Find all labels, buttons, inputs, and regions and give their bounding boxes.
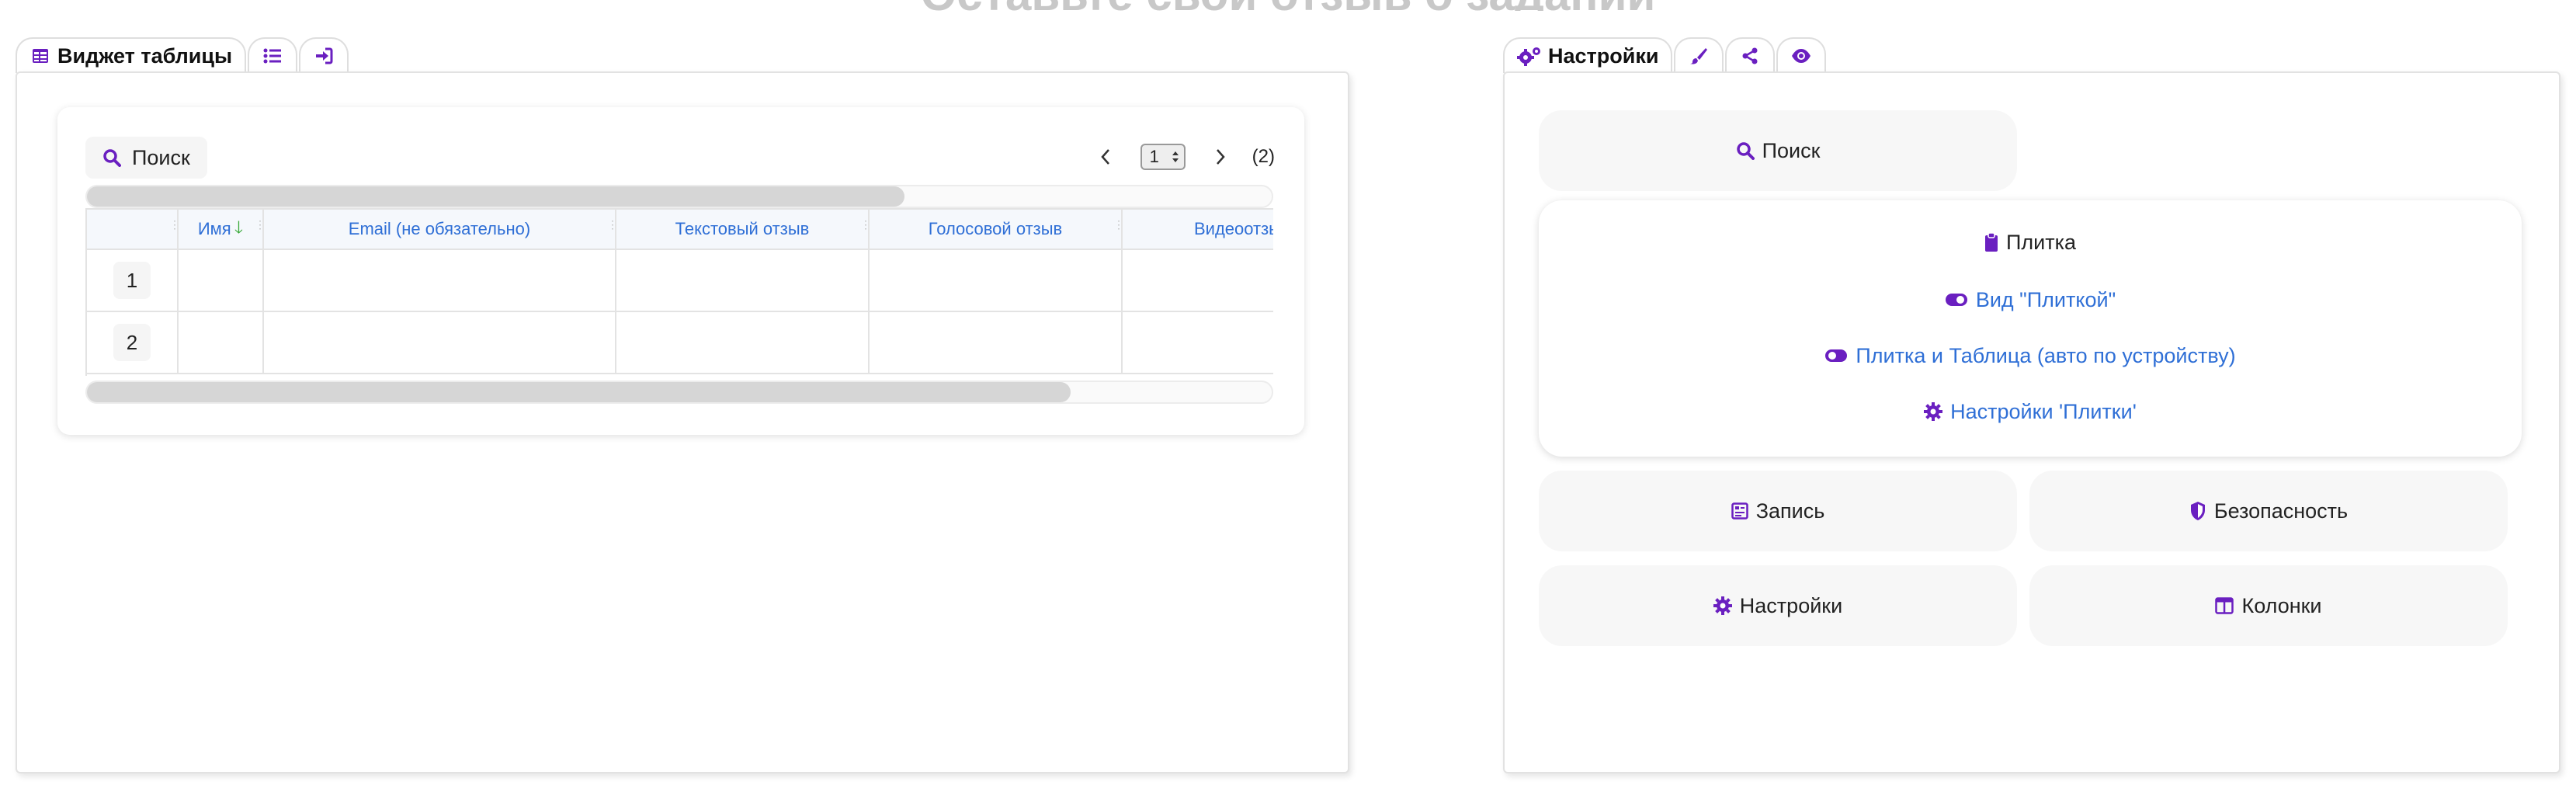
horizontal-scrollbar-bottom[interactable] bbox=[85, 381, 1273, 404]
row-number[interactable]: 2 bbox=[113, 324, 151, 361]
resize-handle-icon[interactable]: ⋮ bbox=[860, 219, 871, 238]
tab-table-widget[interactable]: Виджет таблицы bbox=[16, 37, 247, 73]
search-icon bbox=[102, 148, 121, 167]
table-cell[interactable] bbox=[870, 250, 1123, 311]
pagination: 1 (2) bbox=[1094, 141, 1275, 172]
resize-handle-icon[interactable]: ⋮ bbox=[255, 219, 266, 238]
tab-preview[interactable] bbox=[1776, 37, 1827, 73]
brush-icon bbox=[1688, 45, 1710, 67]
left-tab-bar: Виджет таблицы bbox=[16, 37, 350, 73]
prev-page-button[interactable] bbox=[1094, 145, 1117, 169]
table-cell[interactable] bbox=[616, 250, 870, 311]
data-table: ⋮ Имя 🡓 ⋮ Email (не обязательно) ⋮ Текст… bbox=[85, 208, 1273, 376]
record-button-label: Запись bbox=[1755, 499, 1825, 523]
tab-style[interactable] bbox=[1674, 37, 1724, 73]
row-number-cell: 1 bbox=[87, 250, 179, 311]
column-header-text-review[interactable]: Текстовый отзыв ⋮ bbox=[616, 210, 871, 249]
right-tab-bar: Настройки bbox=[1503, 37, 1828, 73]
column-header-voice-review[interactable]: Голосовой отзыв ⋮ bbox=[870, 210, 1124, 249]
total-count: (2) bbox=[1252, 146, 1275, 167]
column-header-email[interactable]: Email (не обязательно) ⋮ bbox=[264, 210, 618, 249]
sign-in-icon bbox=[313, 45, 335, 67]
tile-auto-toggle[interactable]: Плитка и Таблица (авто по устройству) bbox=[1539, 340, 2522, 371]
search-icon bbox=[1736, 141, 1755, 160]
table-widget-panel: Поиск 1 (2) ⋮ Имя 🡓 ⋮ Email (не обязател… bbox=[16, 71, 1349, 773]
tab-share[interactable] bbox=[1725, 37, 1776, 73]
row-number[interactable]: 1 bbox=[113, 262, 151, 299]
shield-icon bbox=[2189, 501, 2206, 521]
column-header-name[interactable]: Имя 🡓 ⋮ bbox=[179, 210, 266, 249]
config-button[interactable]: Настройки bbox=[1539, 565, 2017, 646]
table-cell[interactable] bbox=[179, 250, 264, 311]
scrollbar-thumb[interactable] bbox=[87, 382, 1071, 402]
table-widget-card: Поиск 1 (2) ⋮ Имя 🡓 ⋮ Email (не обязател… bbox=[57, 107, 1304, 435]
config-button-label: Настройки bbox=[1739, 593, 1843, 617]
table-cell[interactable] bbox=[870, 312, 1123, 373]
column-header-select[interactable]: ⋮ bbox=[87, 210, 180, 249]
table-cell[interactable] bbox=[1123, 250, 1273, 311]
tab-sign-in[interactable] bbox=[299, 37, 349, 73]
tab-table-widget-label: Виджет таблицы bbox=[57, 43, 233, 68]
gear-icon bbox=[1713, 596, 1732, 615]
table-cell[interactable] bbox=[264, 250, 616, 311]
table-row[interactable]: 2 bbox=[87, 312, 1273, 374]
tab-list[interactable] bbox=[248, 37, 298, 73]
settings-search-button[interactable]: Поиск bbox=[1539, 110, 2017, 191]
gear-icon bbox=[1924, 402, 1943, 421]
horizontal-scrollbar-top[interactable] bbox=[85, 185, 1273, 208]
table-cell[interactable] bbox=[1123, 312, 1273, 373]
table-cell[interactable] bbox=[179, 312, 264, 373]
next-page-button[interactable] bbox=[1209, 145, 1232, 169]
search-button[interactable]: Поиск bbox=[85, 137, 207, 179]
share-icon bbox=[1739, 45, 1761, 67]
chevron-right-icon bbox=[1216, 149, 1225, 165]
tile-settings-link[interactable]: Настройки 'Плитки' bbox=[1539, 396, 2522, 427]
security-button[interactable]: Безопасность bbox=[2029, 471, 2508, 551]
clipboard-icon bbox=[1984, 232, 1998, 252]
cogs-icon bbox=[1517, 45, 1542, 67]
record-button[interactable]: Запись bbox=[1539, 471, 2017, 551]
table-icon bbox=[30, 45, 51, 67]
spinner-arrows-icon bbox=[1172, 151, 1179, 162]
security-button-label: Безопасность bbox=[2213, 499, 2349, 523]
row-number-cell: 2 bbox=[87, 312, 179, 373]
resize-handle-icon[interactable]: ⋮ bbox=[169, 219, 180, 238]
settings-search-label: Поиск bbox=[1762, 138, 1821, 162]
column-header-video-review[interactable]: Видеоотзыв bbox=[1123, 210, 1273, 249]
form-icon bbox=[1731, 502, 1748, 520]
table-row[interactable]: 1 bbox=[87, 250, 1273, 312]
tile-settings-card: Плитка Вид "Плиткой" Плитка и Таблица (а… bbox=[1539, 200, 2522, 457]
tile-view-toggle[interactable]: Вид "Плиткой" bbox=[1539, 284, 2522, 315]
tab-settings-label: Настройки bbox=[1548, 43, 1659, 68]
table-header: ⋮ Имя 🡓 ⋮ Email (не обязательно) ⋮ Текст… bbox=[87, 208, 1273, 250]
toggle-on-icon bbox=[1824, 349, 1848, 363]
search-button-label: Поиск bbox=[132, 145, 190, 169]
list-icon bbox=[262, 45, 283, 67]
eye-icon bbox=[1790, 45, 1812, 67]
table-cell[interactable] bbox=[264, 312, 616, 373]
columns-button[interactable]: Колонки bbox=[2029, 565, 2508, 646]
sort-down-icon: 🡓 bbox=[234, 217, 244, 237]
resize-handle-icon[interactable]: ⋮ bbox=[607, 219, 618, 238]
page-select-value: 1 bbox=[1149, 147, 1159, 166]
columns-button-label: Колонки bbox=[2241, 593, 2322, 617]
settings-panel: Поиск Плитка Вид "Плиткой" Плитка и Табл… bbox=[1503, 71, 2560, 773]
toggle-on-icon bbox=[1945, 293, 1968, 307]
page-heading: Оставьте свой отзыв о задании bbox=[0, 0, 2576, 11]
tab-settings[interactable]: Настройки bbox=[1503, 37, 1673, 73]
tile-title: Плитка bbox=[1539, 227, 2522, 258]
table-cell[interactable] bbox=[616, 312, 870, 373]
chevron-left-icon bbox=[1100, 149, 1109, 165]
scrollbar-thumb[interactable] bbox=[87, 186, 904, 207]
columns-icon bbox=[2215, 597, 2234, 614]
page-select[interactable]: 1 bbox=[1140, 144, 1186, 170]
resize-handle-icon[interactable]: ⋮ bbox=[1113, 219, 1124, 238]
